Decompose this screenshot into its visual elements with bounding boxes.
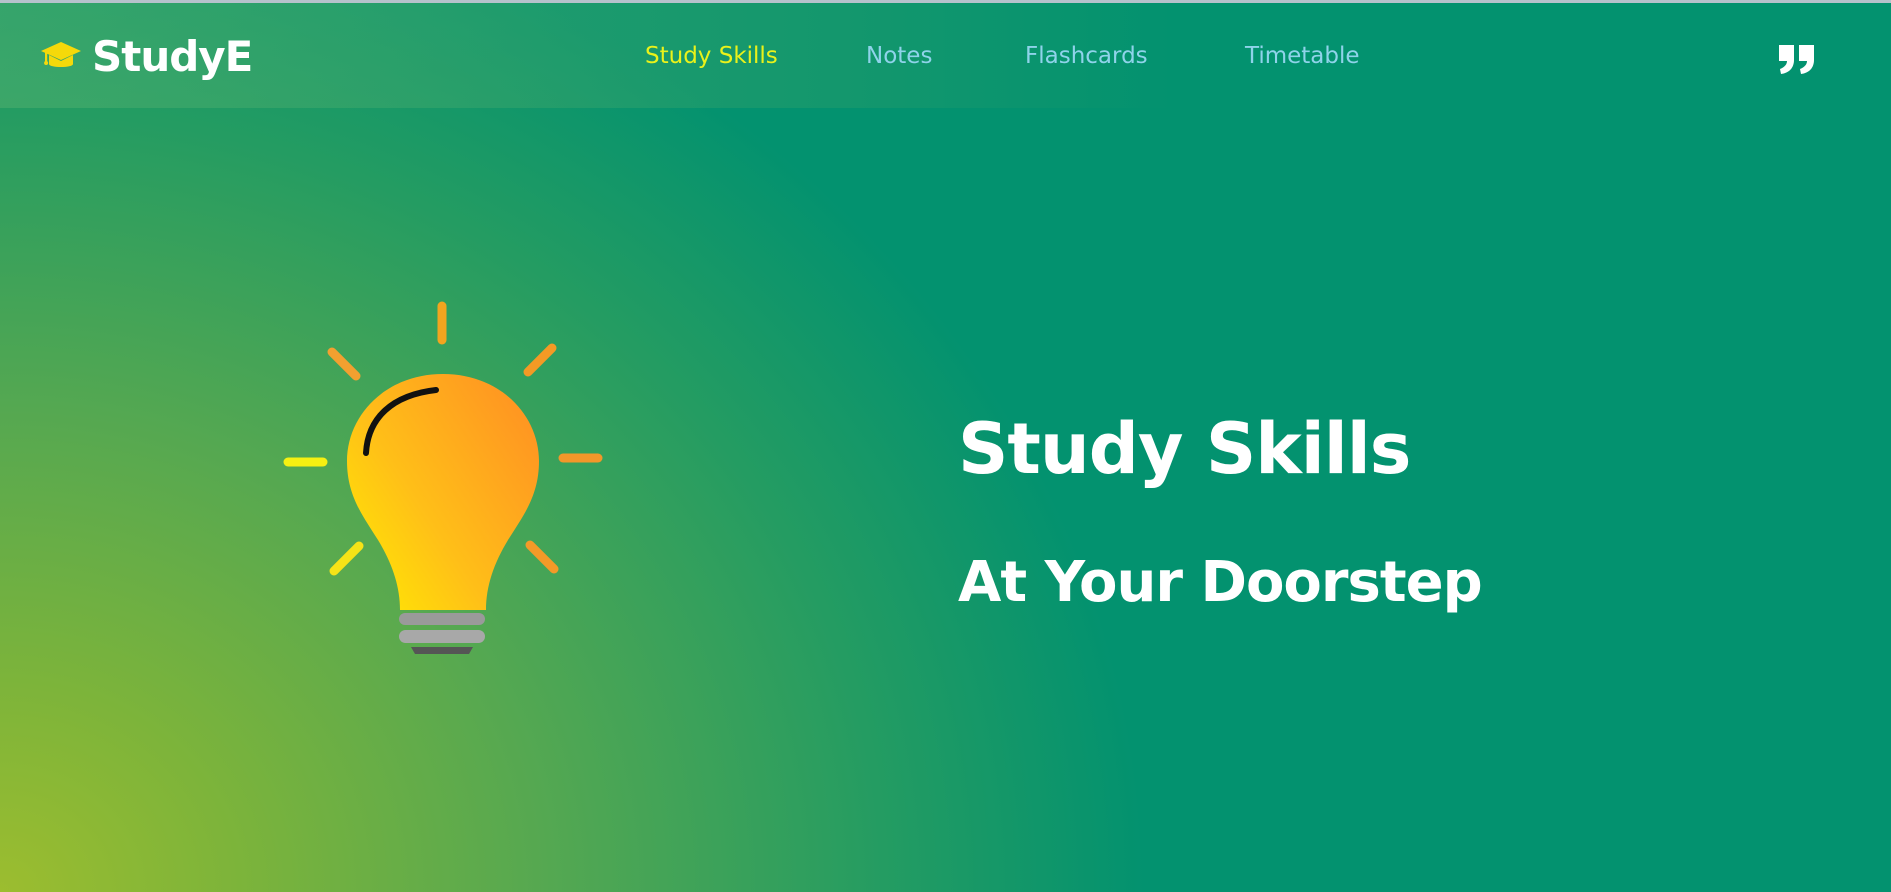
page: StudyE Study Skills Notes Flashcards Tim… bbox=[0, 0, 1891, 892]
hero-subtitle: At Your Doorstep bbox=[958, 550, 1483, 615]
nav-item-study-skills[interactable]: Study Skills bbox=[645, 43, 778, 69]
brand-logo[interactable]: StudyE bbox=[40, 31, 253, 81]
nav-item-timetable[interactable]: Timetable bbox=[1245, 43, 1360, 69]
graduation-cap-icon bbox=[41, 42, 81, 67]
quote-icon[interactable] bbox=[1777, 43, 1817, 75]
hero-title: Study Skills bbox=[958, 408, 1411, 490]
nav-item-flashcards[interactable]: Flashcards bbox=[1025, 43, 1148, 69]
site-header: StudyE Study Skills Notes Flashcards Tim… bbox=[0, 3, 1891, 108]
nav-item-notes[interactable]: Notes bbox=[866, 43, 932, 69]
brand-name: StudyE bbox=[92, 31, 253, 81]
lightbulb-icon bbox=[283, 301, 603, 654]
